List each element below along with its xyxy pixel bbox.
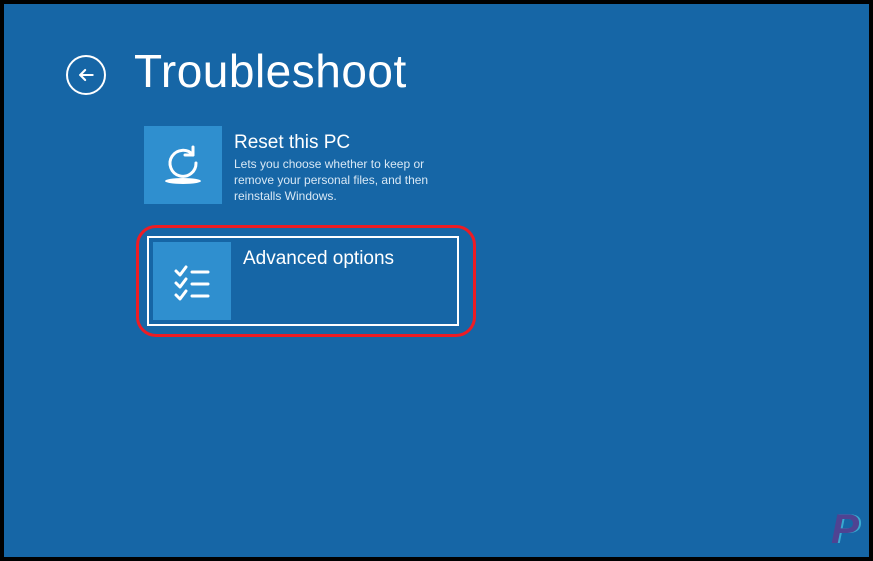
option-icon-box [153, 242, 231, 320]
back-arrow-icon [76, 65, 96, 85]
watermark-logo: P [831, 505, 859, 553]
troubleshoot-screen: Troubleshoot Reset this PC Lets you choo… [4, 4, 869, 557]
back-button[interactable] [66, 55, 106, 95]
option-description: Lets you choose whether to keep or remov… [234, 156, 444, 205]
highlight-annotation: Advanced options [136, 225, 476, 337]
selected-indicator: Advanced options [147, 236, 459, 326]
option-reset-this-pc[interactable]: Reset this PC Lets you choose whether to… [144, 126, 454, 211]
page-title: Troubleshoot [134, 44, 407, 98]
option-icon-box [144, 126, 222, 204]
reset-icon [159, 141, 207, 189]
page-header: Troubleshoot [4, 44, 869, 98]
option-title: Reset this PC [234, 132, 444, 154]
option-title: Advanced options [243, 248, 394, 270]
options-list: Reset this PC Lets you choose whether to… [4, 126, 869, 337]
checklist-icon [168, 257, 216, 305]
option-text: Reset this PC Lets you choose whether to… [222, 126, 454, 211]
option-advanced-options[interactable]: Advanced options [153, 242, 453, 320]
option-text: Advanced options [231, 242, 404, 278]
